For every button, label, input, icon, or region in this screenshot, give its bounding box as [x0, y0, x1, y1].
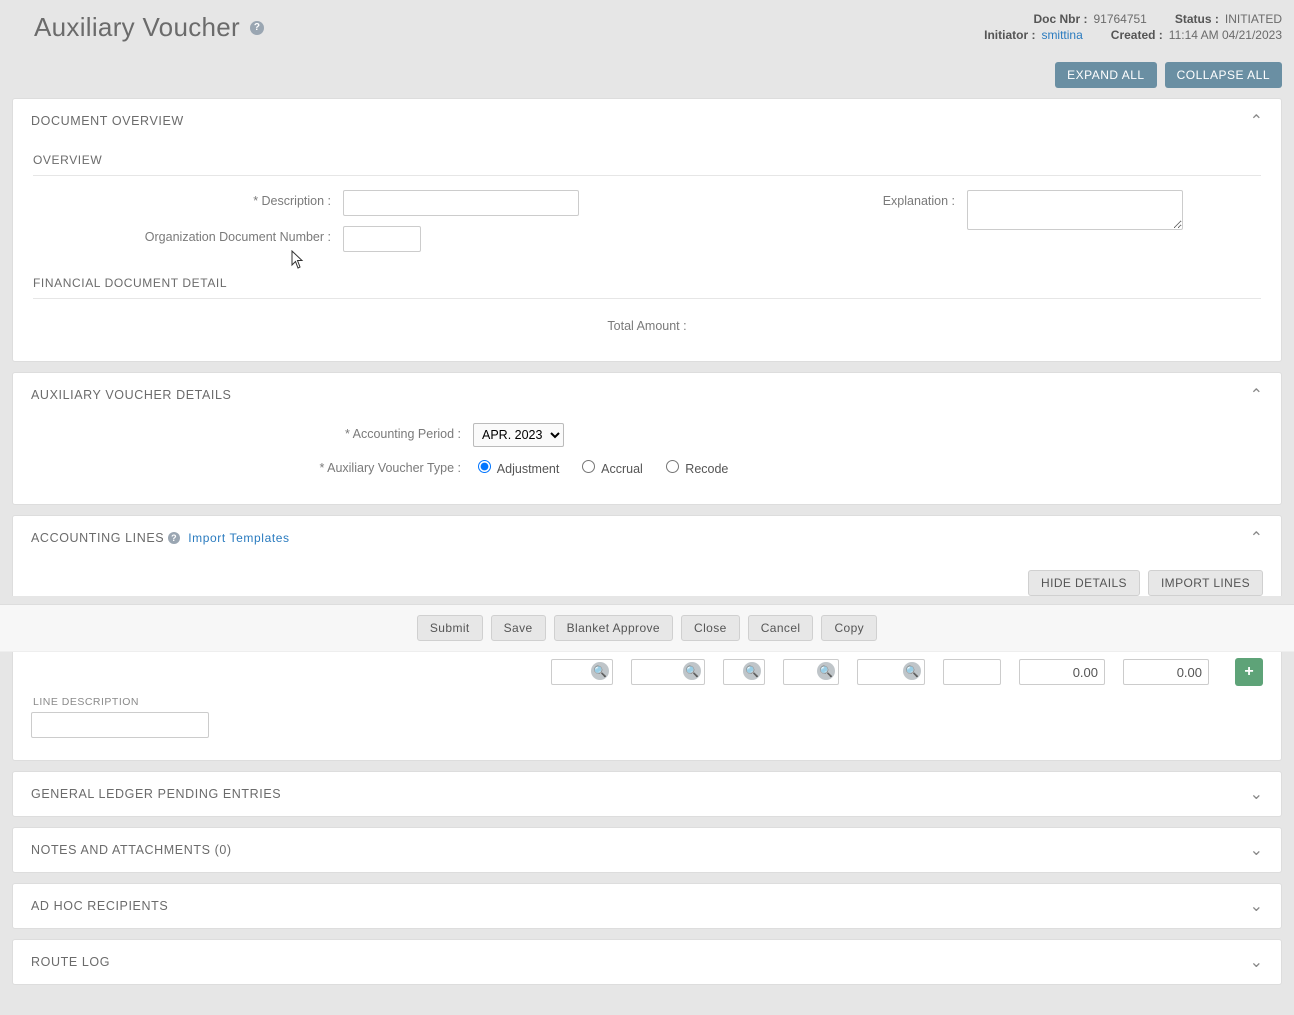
- panel-route-log: ROUTE LOG ⌄: [12, 939, 1282, 985]
- doc-nbr-label: Doc Nbr :: [1033, 12, 1087, 26]
- search-icon[interactable]: 🔍: [591, 662, 609, 680]
- panel-header-notes[interactable]: NOTES AND ATTACHMENTS (0) ⌄: [13, 828, 1281, 872]
- debit-amount-input[interactable]: [1019, 659, 1105, 685]
- panel-header-adhoc[interactable]: AD HOC RECIPIENTS ⌄: [13, 884, 1281, 928]
- panel-gl-pending: GENERAL LEDGER PENDING ENTRIES ⌄: [12, 771, 1282, 817]
- total-amount-label: Total Amount :: [33, 313, 1261, 343]
- acct-field-2: 🔍: [631, 659, 705, 685]
- voucher-type-accrual[interactable]: Accrual: [577, 457, 642, 476]
- chevron-down-icon: ⌄: [1250, 896, 1263, 916]
- search-icon[interactable]: 🔍: [683, 662, 701, 680]
- chevron-up-icon: ⌃: [1250, 528, 1263, 548]
- acct-input-6[interactable]: [943, 659, 1001, 685]
- panel-header-document-overview[interactable]: DOCUMENT OVERVIEW ⌃: [13, 99, 1281, 143]
- panel-accounting-lines: ACCOUNTING LINES ? Import Templates ⌃ HI…: [12, 515, 1282, 596]
- panel-adhoc: AD HOC RECIPIENTS ⌄: [12, 883, 1282, 929]
- line-description-label: LINE DESCRIPTION: [33, 696, 1263, 708]
- panel-title-notes: NOTES AND ATTACHMENTS (0): [31, 843, 232, 857]
- radio-accrual-label: Accrual: [601, 462, 643, 476]
- created-label: Created :: [1111, 28, 1163, 42]
- explanation-label: Explanation :: [667, 190, 967, 208]
- blanket-approve-button[interactable]: Blanket Approve: [554, 615, 673, 641]
- save-button[interactable]: Save: [491, 615, 546, 641]
- doc-nbr-value: 91764751: [1093, 12, 1146, 26]
- radio-adjustment[interactable]: [478, 460, 491, 473]
- help-icon[interactable]: ?: [168, 532, 180, 544]
- panel-title-adhoc: AD HOC RECIPIENTS: [31, 899, 168, 913]
- radio-accrual[interactable]: [582, 460, 595, 473]
- panel-title-gl-pending: GENERAL LEDGER PENDING ENTRIES: [31, 787, 281, 801]
- radio-recode-label: Recode: [685, 462, 728, 476]
- accounting-lines-body: 🔍 🔍 🔍 🔍 🔍 + LINE DESC: [12, 652, 1282, 761]
- panel-header-accounting-lines[interactable]: ACCOUNTING LINES ? Import Templates ⌃: [13, 516, 1281, 560]
- chevron-down-icon: ⌄: [1250, 952, 1263, 972]
- hide-details-button[interactable]: HIDE DETAILS: [1028, 570, 1140, 596]
- radio-adjustment-label: Adjustment: [497, 462, 560, 476]
- panel-title-route-log: ROUTE LOG: [31, 955, 110, 969]
- overview-subheader: OVERVIEW: [33, 143, 1261, 176]
- panel-title-accounting-lines: ACCOUNTING LINES: [31, 531, 164, 545]
- help-icon[interactable]: ?: [250, 21, 264, 35]
- panel-title-document-overview: DOCUMENT OVERVIEW: [31, 114, 184, 128]
- submit-button[interactable]: Submit: [417, 615, 483, 641]
- search-icon[interactable]: 🔍: [743, 662, 761, 680]
- panel-document-overview: DOCUMENT OVERVIEW ⌃ OVERVIEW * Descripti…: [12, 98, 1282, 362]
- voucher-type-adjustment[interactable]: Adjustment: [473, 457, 559, 476]
- acct-field-1: 🔍: [551, 659, 613, 685]
- expand-all-button[interactable]: EXPAND ALL: [1055, 62, 1156, 88]
- collapse-all-button[interactable]: COLLAPSE ALL: [1165, 62, 1282, 88]
- cancel-button[interactable]: Cancel: [748, 615, 814, 641]
- chevron-up-icon: ⌃: [1250, 385, 1263, 405]
- description-label: * Description :: [33, 190, 343, 208]
- acct-field-3: 🔍: [723, 659, 765, 685]
- explanation-input[interactable]: [967, 190, 1183, 230]
- close-button[interactable]: Close: [681, 615, 740, 641]
- panel-header-route-log[interactable]: ROUTE LOG ⌄: [13, 940, 1281, 984]
- radio-recode[interactable]: [666, 460, 679, 473]
- accounting-period-label: * Accounting Period :: [33, 423, 473, 441]
- document-action-bar: Submit Save Blanket Approve Close Cancel…: [0, 604, 1294, 652]
- acct-field-4: 🔍: [783, 659, 839, 685]
- status-value: INITIATED: [1225, 12, 1282, 26]
- org-doc-input[interactable]: [343, 226, 421, 252]
- panel-aux-details: AUXILIARY VOUCHER DETAILS ⌃ * Accounting…: [12, 372, 1282, 505]
- credit-amount-input[interactable]: [1123, 659, 1209, 685]
- fin-detail-subheader: FINANCIAL DOCUMENT DETAIL: [33, 266, 1261, 299]
- panel-notes: NOTES AND ATTACHMENTS (0) ⌄: [12, 827, 1282, 873]
- accounting-period-select[interactable]: APR. 2023: [473, 423, 564, 447]
- voucher-type-label: * Auxiliary Voucher Type :: [33, 457, 473, 475]
- voucher-type-recode[interactable]: Recode: [661, 457, 729, 476]
- import-templates-link[interactable]: Import Templates: [188, 531, 289, 545]
- line-description-input[interactable]: [31, 712, 209, 738]
- panel-title-aux-details: AUXILIARY VOUCHER DETAILS: [31, 388, 231, 402]
- initiator-link[interactable]: smittina: [1041, 28, 1082, 42]
- created-value: 11:14 AM 04/21/2023: [1169, 28, 1282, 42]
- acct-field-5: 🔍: [857, 659, 925, 685]
- chevron-down-icon: ⌄: [1250, 840, 1263, 860]
- search-icon[interactable]: 🔍: [903, 662, 921, 680]
- description-input[interactable]: [343, 190, 579, 216]
- chevron-up-icon: ⌃: [1250, 111, 1263, 131]
- chevron-down-icon: ⌄: [1250, 784, 1263, 804]
- page-title: Auxiliary Voucher: [34, 12, 240, 43]
- add-line-button[interactable]: +: [1235, 658, 1263, 686]
- import-lines-button[interactable]: IMPORT LINES: [1148, 570, 1263, 596]
- panel-header-gl-pending[interactable]: GENERAL LEDGER PENDING ENTRIES ⌄: [13, 772, 1281, 816]
- copy-button[interactable]: Copy: [821, 615, 877, 641]
- status-label: Status :: [1175, 12, 1219, 26]
- panel-header-aux-details[interactable]: AUXILIARY VOUCHER DETAILS ⌃: [13, 373, 1281, 417]
- org-doc-label: Organization Document Number :: [33, 226, 343, 244]
- search-icon[interactable]: 🔍: [817, 662, 835, 680]
- initiator-label: Initiator :: [984, 28, 1035, 42]
- doc-meta: Doc Nbr : 91764751 Status : INITIATED In…: [984, 12, 1282, 44]
